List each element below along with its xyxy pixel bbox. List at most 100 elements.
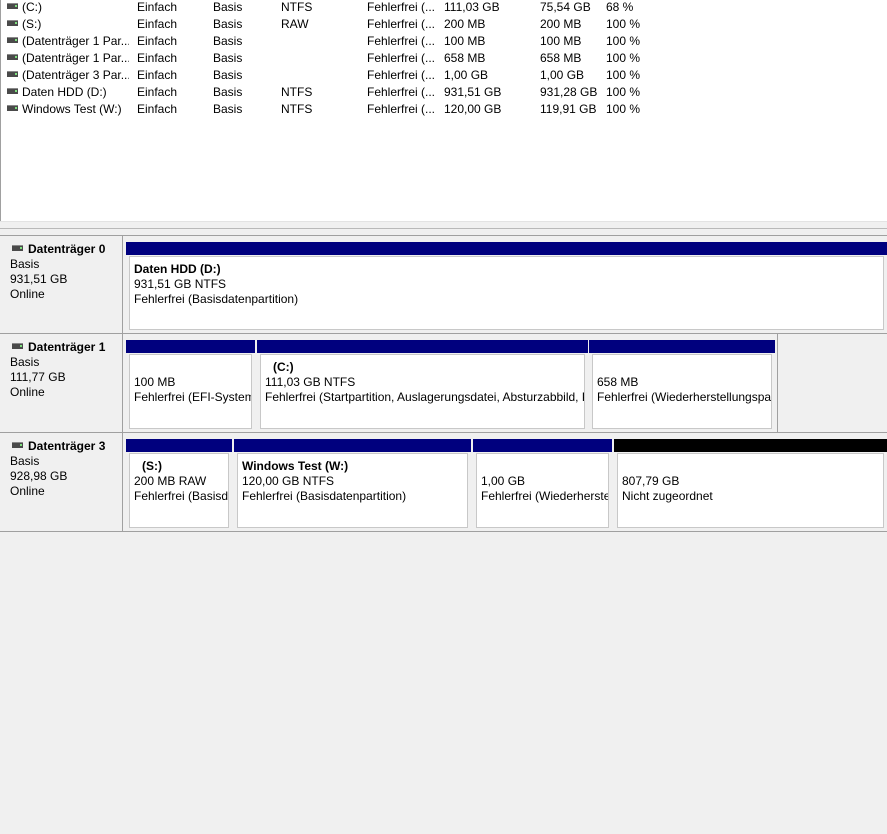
volume-free-percent: 100 % xyxy=(606,85,641,99)
volume-capacity: 1,00 GB xyxy=(444,68,489,82)
volume-row[interactable]: (Datenträger 3 Par... Einfach Basis Fehl… xyxy=(1,68,887,85)
disk-type: Basis xyxy=(10,355,40,369)
partition[interactable]: (C:) 111,03 GB NTFS Fehlerfrei (Startpar… xyxy=(257,334,588,432)
disk-type: Basis xyxy=(10,257,40,271)
disk-size: 928,98 GB xyxy=(10,469,68,483)
disk-row-3: Datenträger 3 Basis 928,98 GB Online (S:… xyxy=(0,432,887,531)
volume-free-percent: 100 % xyxy=(606,68,641,82)
disk-row-0: Datenträger 0 Basis 931,51 GB Online Dat… xyxy=(0,235,887,333)
partition[interactable]: 1,00 GB Fehlerfrei (Wiederherstellungspa… xyxy=(473,433,612,531)
pane-splitter[interactable] xyxy=(0,221,887,229)
volume-capacity: 200 MB xyxy=(444,17,486,31)
empty-area xyxy=(777,334,887,432)
volume-list[interactable]: (C:) Einfach Basis NTFS Fehlerfrei (... … xyxy=(0,0,887,221)
volume-status: Fehlerfrei (... xyxy=(367,68,435,82)
volume-row[interactable]: Daten HDD (D:) Einfach Basis NTFS Fehler… xyxy=(1,85,887,102)
volume-name: (S:) xyxy=(22,17,42,31)
partition[interactable]: 100 MB Fehlerfrei (EFI-Systempartition) xyxy=(126,334,255,432)
volume-filesystem: NTFS xyxy=(281,102,313,116)
partition-status: Fehlerfrei (Wiederherstellungspartition) xyxy=(597,390,772,404)
volume-filesystem: RAW xyxy=(281,17,309,31)
partition-name xyxy=(134,360,251,375)
partition[interactable]: Windows Test (W:) 120,00 GB NTFS Fehlerf… xyxy=(234,433,471,531)
partition[interactable]: 658 MB Fehlerfrei (Wiederherstellungspar… xyxy=(589,334,775,432)
partition-detail: 100 MB xyxy=(134,375,176,389)
disk-size: 931,51 GB xyxy=(10,272,68,286)
volume-free-space: 100 MB xyxy=(540,34,582,48)
volume-status: Fehlerfrei (... xyxy=(367,51,435,65)
volume-row[interactable]: Windows Test (W:) Einfach Basis NTFS Feh… xyxy=(1,102,887,119)
volume-row[interactable]: (C:) Einfach Basis NTFS Fehlerfrei (... … xyxy=(1,0,887,17)
partition-status: Fehlerfrei (Startpartition, Auslagerungs… xyxy=(265,390,584,404)
partition-name xyxy=(481,459,608,474)
unallocated-space[interactable]: 807,79 GB Nicht zugeordnet xyxy=(614,433,887,531)
volume-name: (Datenträger 1 Par... xyxy=(22,51,129,65)
volume-filesystem: NTFS xyxy=(281,0,313,14)
drive-icon xyxy=(7,36,18,43)
volume-free-percent: 68 % xyxy=(606,0,634,14)
partition-name: Daten HDD (D:) xyxy=(134,262,221,276)
partition-bar xyxy=(126,439,232,452)
disk-size: 111,77 GB xyxy=(10,370,66,384)
volume-free-space: 931,28 GB xyxy=(540,85,598,99)
disk-label[interactable]: Datenträger 3 Basis 928,98 GB Online xyxy=(0,433,123,531)
volume-capacity: 931,51 GB xyxy=(444,85,502,99)
volume-free-space: 75,54 GB xyxy=(540,0,591,14)
partition-detail: 807,79 GB xyxy=(622,474,680,488)
disk-title: Datenträger 3 xyxy=(28,439,106,453)
disk-label[interactable]: Datenträger 0 Basis 931,51 GB Online xyxy=(0,236,123,333)
volume-free-percent: 100 % xyxy=(606,34,641,48)
volume-layout: Einfach xyxy=(137,0,178,14)
volume-name: (Datenträger 3 Par... xyxy=(22,68,129,82)
volume-free-space: 119,91 GB xyxy=(540,102,597,116)
volume-free-space: 200 MB xyxy=(540,17,582,31)
volume-type: Basis xyxy=(213,68,243,82)
volume-filesystem: NTFS xyxy=(281,85,313,99)
volume-capacity: 100 MB xyxy=(444,34,486,48)
partition-bar xyxy=(234,439,471,452)
volume-type: Basis xyxy=(213,102,243,116)
volume-name: Daten HDD (D:) xyxy=(22,85,107,99)
partition[interactable]: (S:) 200 MB RAW Fehlerfrei (Basisdatenpa… xyxy=(126,433,232,531)
disk-state: Online xyxy=(10,484,45,498)
volume-row[interactable]: (S:) Einfach Basis RAW Fehlerfrei (... 2… xyxy=(1,17,887,34)
partition[interactable]: Daten HDD (D:) 931,51 GB NTFS Fehlerfrei… xyxy=(126,236,887,333)
disk-icon xyxy=(12,441,23,448)
drive-icon xyxy=(7,87,18,94)
volume-row[interactable]: (Datenträger 1 Par... Einfach Basis Fehl… xyxy=(1,34,887,51)
volume-type: Basis xyxy=(213,17,243,31)
volume-status: Fehlerfrei (... xyxy=(367,17,435,31)
partition-name xyxy=(597,360,771,375)
disk-label[interactable]: Datenträger 1 Basis 111,77 GB Online xyxy=(0,334,123,432)
drive-icon xyxy=(7,70,18,77)
partition-detail: 200 MB RAW xyxy=(134,474,207,488)
volume-free-space: 658 MB xyxy=(540,51,582,65)
partition-name: (C:) xyxy=(273,360,294,374)
volume-status: Fehlerfrei (... xyxy=(367,102,435,116)
volume-free-space: 1,00 GB xyxy=(540,68,585,82)
partition-status: Nicht zugeordnet xyxy=(622,489,713,503)
partition-detail: 111,03 GB NTFS xyxy=(265,375,356,389)
partition-status: Fehlerfrei (Basisdatenpartition) xyxy=(134,489,229,503)
volume-layout: Einfach xyxy=(137,34,178,48)
volume-free-percent: 100 % xyxy=(606,51,641,65)
partition-bar xyxy=(126,340,255,353)
volume-type: Basis xyxy=(213,85,243,99)
drive-icon xyxy=(7,104,18,111)
volume-type: Basis xyxy=(213,34,243,48)
volume-name: Windows Test (W:) xyxy=(22,102,122,116)
drive-icon xyxy=(7,53,18,60)
disk-title: Datenträger 0 xyxy=(28,242,106,256)
volume-name: (C:) xyxy=(22,0,42,14)
disk-row-1: Datenträger 1 Basis 111,77 GB Online 100… xyxy=(0,333,887,432)
volume-layout: Einfach xyxy=(137,68,178,82)
drive-icon xyxy=(7,2,18,9)
drive-icon xyxy=(7,19,18,26)
volume-type: Basis xyxy=(213,0,243,14)
volume-row[interactable]: (Datenträger 1 Par... Einfach Basis Fehl… xyxy=(1,51,887,68)
volume-status: Fehlerfrei (... xyxy=(367,85,435,99)
disk-type: Basis xyxy=(10,454,40,468)
partition-bar xyxy=(126,242,887,255)
volume-status: Fehlerfrei (... xyxy=(367,34,435,48)
partition-name: (S:) xyxy=(142,459,162,473)
